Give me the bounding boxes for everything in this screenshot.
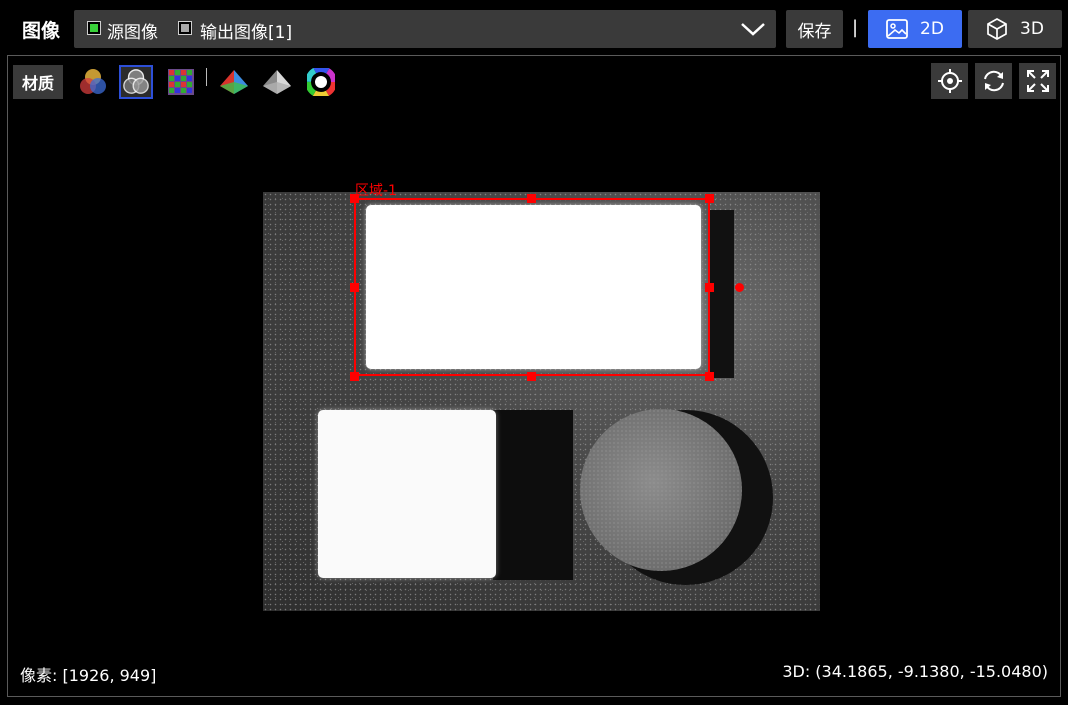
- world-coordinate: 3D: (34.1865, -9.1380, -15.0480): [782, 662, 1048, 681]
- color-wheel-icon: [307, 68, 335, 96]
- roi-handle[interactable]: [705, 194, 714, 203]
- panel-title: 图像: [22, 20, 61, 42]
- refresh-button[interactable]: [975, 63, 1012, 99]
- output-image-checkbox[interactable]: [178, 21, 192, 35]
- top-bar: 图像 源图像 输出图像[1] 保存 | 2D 3D: [0, 0, 1068, 58]
- pixel-coordinate: 像素: [1926, 949]: [20, 666, 157, 685]
- cube-icon: [987, 18, 1007, 40]
- image-icon: [886, 19, 908, 39]
- mode-2d-label: 2D: [920, 19, 944, 39]
- locate-icon: [937, 69, 962, 93]
- roi-rotate-handle[interactable]: [735, 283, 744, 292]
- mono-venn-icon: [123, 69, 149, 94]
- save-button[interactable]: 保存: [786, 10, 843, 48]
- object-shadow: [708, 210, 734, 378]
- roi-handle[interactable]: [350, 194, 359, 203]
- fit-screen-icon: [1026, 70, 1049, 92]
- rgb-venn-tool[interactable]: [76, 65, 110, 99]
- fit-screen-button[interactable]: [1019, 63, 1056, 99]
- color-wheel-tool[interactable]: [304, 65, 338, 99]
- chevron-down-icon[interactable]: [740, 19, 766, 39]
- object-shadow: [493, 410, 573, 580]
- image-source-selector[interactable]: 源图像 输出图像[1]: [74, 10, 776, 48]
- square-object: [318, 410, 496, 578]
- output-image-label[interactable]: 输出图像[1]: [200, 18, 292, 43]
- locate-button[interactable]: [931, 63, 968, 99]
- source-image-label[interactable]: 源图像: [107, 18, 158, 43]
- roi-handle[interactable]: [527, 372, 536, 381]
- color-pyramid-tool[interactable]: [217, 65, 251, 99]
- mode-3d-button[interactable]: 3D: [968, 10, 1062, 48]
- header-separator: |: [852, 17, 859, 38]
- roi-handle[interactable]: [527, 194, 536, 203]
- color-pyramid-icon: [220, 70, 248, 94]
- source-image-checkbox[interactable]: [87, 21, 101, 35]
- color-grid-tool[interactable]: [164, 65, 198, 99]
- image-viewer[interactable]: 材质 区域-1 像素: [1926, 949] 3D: (34.1865, -9…: [7, 55, 1061, 697]
- gray-pyramid-icon: [263, 70, 291, 94]
- roi-rectangle[interactable]: [354, 198, 710, 376]
- material-button[interactable]: 材质: [13, 65, 63, 99]
- circle-object: [580, 409, 742, 571]
- refresh-icon: [983, 70, 1004, 92]
- roi-label: 区域-1: [355, 183, 397, 199]
- roi-handle[interactable]: [350, 283, 359, 292]
- mode-2d-button[interactable]: 2D: [868, 10, 962, 48]
- roi-handle[interactable]: [350, 372, 359, 381]
- roi-handle[interactable]: [705, 283, 714, 292]
- gray-pyramid-tool[interactable]: [260, 65, 294, 99]
- roi-handle[interactable]: [705, 372, 714, 381]
- rgb-venn-icon: [80, 69, 106, 94]
- mode-3d-label: 3D: [1020, 19, 1044, 39]
- toolbar-separator: [206, 68, 207, 86]
- color-grid-icon: [168, 69, 194, 95]
- mono-venn-tool[interactable]: [119, 65, 153, 99]
